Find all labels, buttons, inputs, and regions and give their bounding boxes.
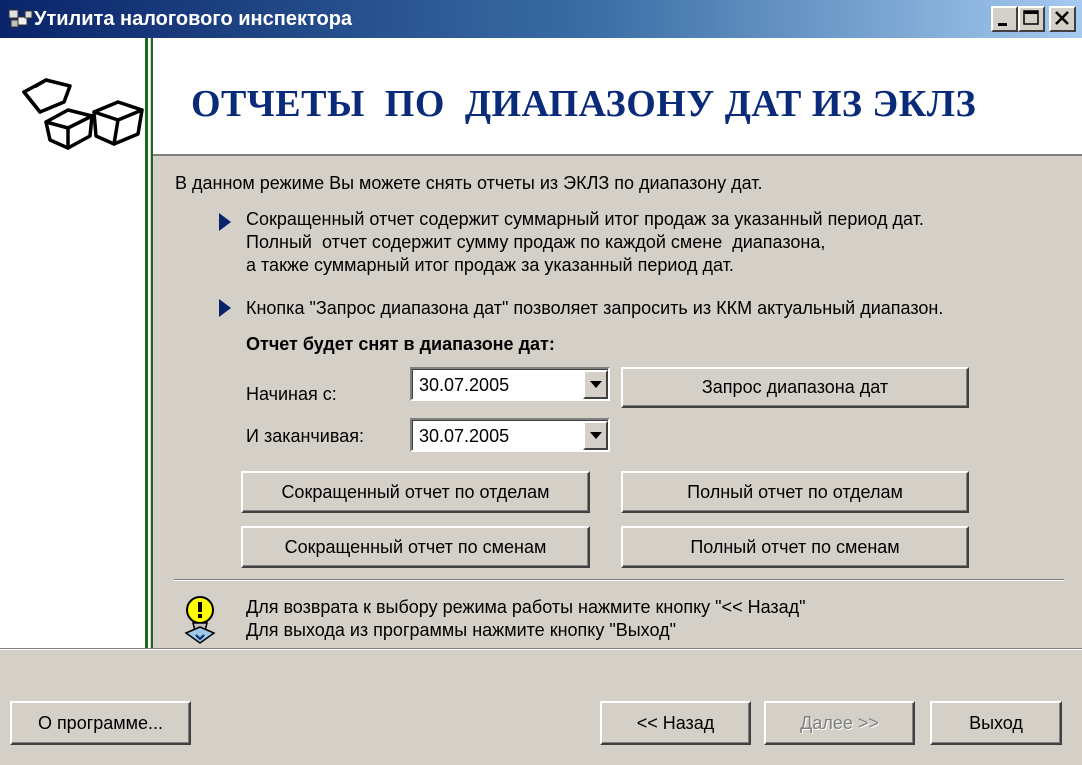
full-report-by-shift-button[interactable]: Полный отчет по сменам (621, 526, 969, 568)
short-report-by-shift-button[interactable]: Сокращенный отчет по сменам (241, 526, 590, 568)
cubes-icon (8, 9, 33, 28)
lightbulb-icon (184, 596, 216, 644)
maximize-icon (1023, 10, 1039, 25)
end-date-value: 30.07.2005 (419, 426, 510, 446)
page-header: ОТЧЕТЫ ПО ДИАПАЗОНУ ДАТ ИЗ ЭКЛЗ (153, 38, 1082, 156)
end-date-select[interactable]: 30.07.2005 (410, 418, 610, 452)
start-date-dropdown-button[interactable] (583, 370, 608, 399)
cubes-logo-icon (22, 78, 144, 150)
bullet-text-request: Кнопка "Запрос диапазона дат" позволяет … (246, 298, 944, 318)
range-heading: Отчет будет снят в диапазоне дат: (246, 334, 555, 354)
hint-text: Для возврата к выбору режима работы нажм… (246, 597, 806, 640)
title-bar[interactable]: Утилита налогового инспектора (0, 0, 1082, 38)
start-date-value: 30.07.2005 (419, 375, 510, 395)
footer-divider (0, 648, 1082, 650)
next-button[interactable]: Далее >> (764, 701, 915, 745)
minimize-button[interactable] (991, 6, 1018, 32)
triangle-right-icon (219, 213, 231, 231)
about-button[interactable]: О программе... (10, 701, 191, 745)
request-range-button[interactable]: Запрос диапазона дат (621, 367, 969, 408)
minimize-icon (998, 23, 1007, 26)
accent-line (145, 38, 148, 648)
close-icon (1055, 11, 1069, 25)
back-button[interactable]: << Назад (600, 701, 751, 745)
window-title: Утилита налогового инспектора (34, 8, 353, 30)
triangle-right-icon (219, 299, 231, 317)
maximize-button[interactable] (1018, 6, 1045, 32)
divider (174, 579, 1064, 581)
intro-text: В данном режиме Вы можете снять отчеты и… (175, 173, 763, 193)
exit-button[interactable]: Выход (930, 701, 1062, 745)
page-title: ОТЧЕТЫ ПО ДИАПАЗОНУ ДАТ ИЗ ЭКЛЗ (191, 83, 977, 125)
chevron-down-icon (590, 381, 602, 388)
full-report-by-department-button[interactable]: Полный отчет по отделам (621, 471, 969, 513)
chevron-down-icon (590, 432, 602, 439)
close-button[interactable] (1049, 6, 1076, 32)
bullet-text-reports: Сокращенный отчет содержит суммарный ито… (246, 209, 924, 275)
app-window: Утилита налогового инспектора ОТЧЕТЫ ПО … (0, 0, 1082, 765)
end-date-label: И заканчивая: (246, 426, 364, 446)
short-report-by-department-button[interactable]: Сокращенный отчет по отделам (241, 471, 590, 513)
start-date-select[interactable]: 30.07.2005 (410, 367, 610, 401)
start-date-label: Начиная с: (246, 384, 337, 404)
end-date-dropdown-button[interactable] (583, 421, 608, 450)
